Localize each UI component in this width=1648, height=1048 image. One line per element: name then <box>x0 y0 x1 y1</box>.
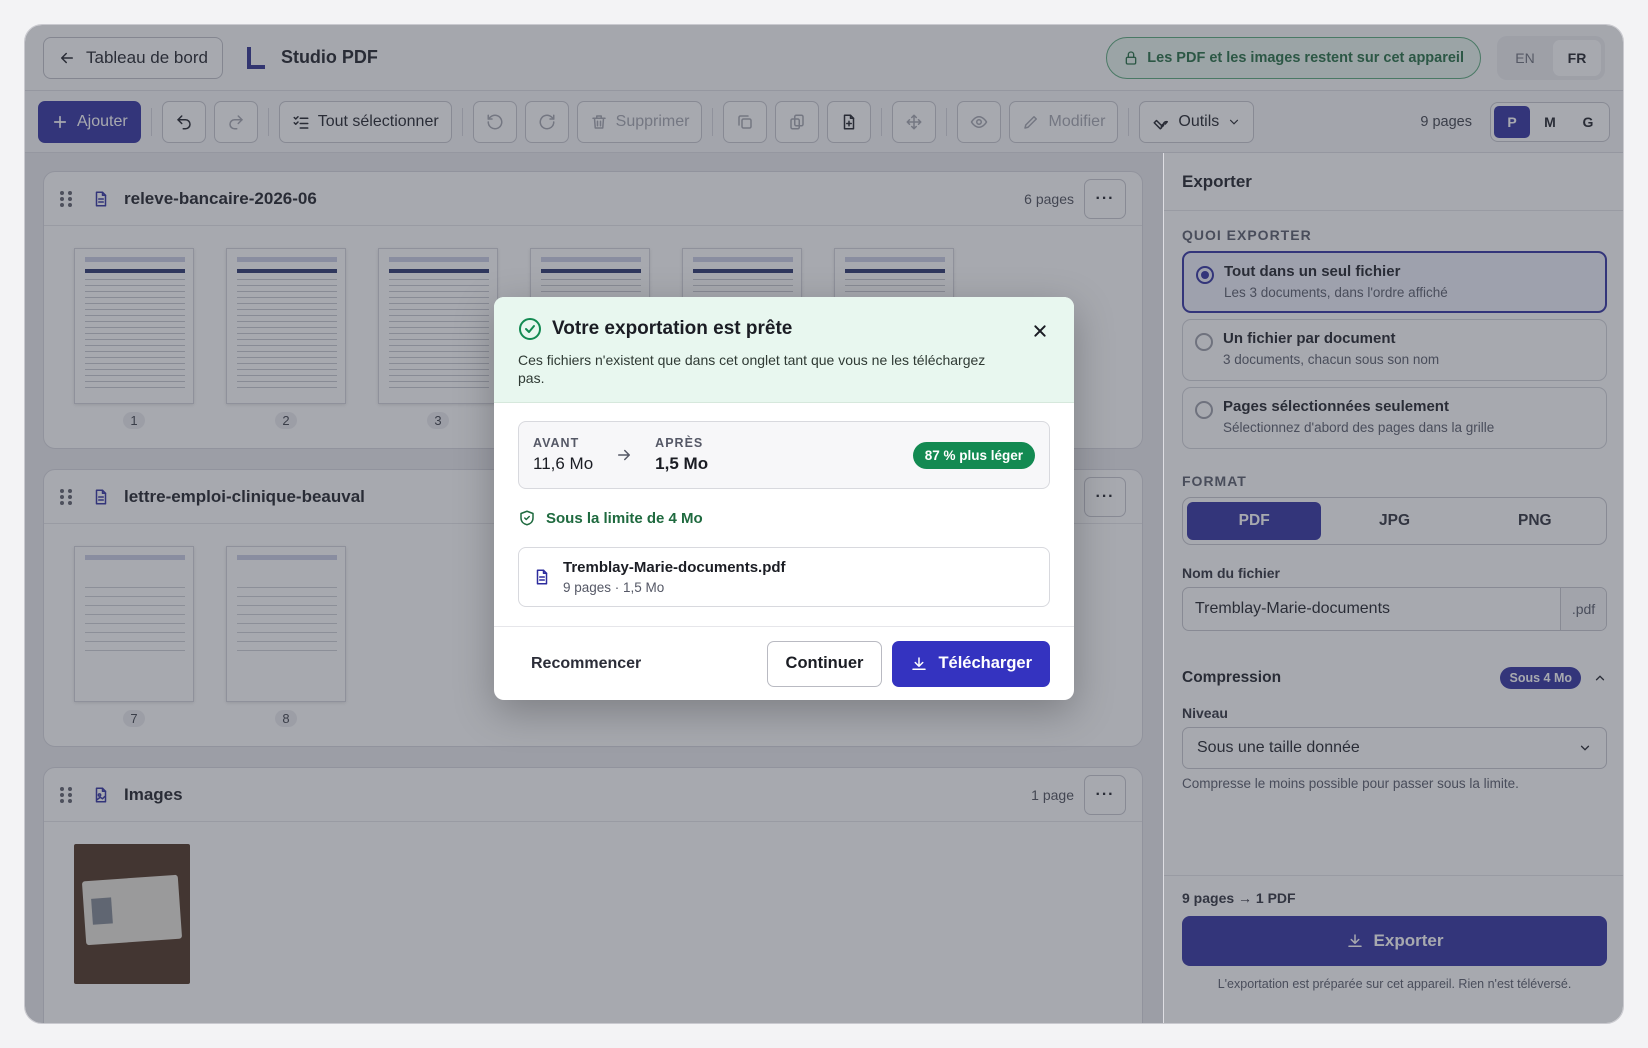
download-icon <box>912 656 927 670</box>
restart-button[interactable]: Recommencer <box>531 655 641 673</box>
reduction-badge: 87 % plus léger <box>912 441 1035 469</box>
check-circle-icon <box>519 318 541 340</box>
limit-status: Sous la limite de 4 Mo <box>518 509 1050 527</box>
export-ready-dialog: Votre exportation est prête Ces fichiers… <box>494 297 1074 700</box>
download-button[interactable]: Télécharger <box>892 640 1050 687</box>
before-label: AVANT <box>533 436 580 450</box>
arrow-right-icon <box>618 449 631 461</box>
exported-file[interactable]: Tremblay-Marie-documents.pdf 9 pages · 1… <box>518 547 1050 607</box>
modal-backdrop[interactable] <box>25 25 1623 153</box>
size-comparison: AVANT 11,6 Mo APRÈS 1,5 Mo 87 % plus lég… <box>518 421 1050 489</box>
close-icon[interactable] <box>1032 323 1048 339</box>
dialog-header: Votre exportation est prête Ces fichiers… <box>494 297 1074 403</box>
file-name: Tremblay-Marie-documents.pdf <box>563 559 786 576</box>
dialog-footer: Recommencer Continuer Télécharger <box>494 626 1074 700</box>
continue-label: Continuer <box>785 654 864 672</box>
file-text-icon <box>536 569 548 585</box>
modal-backdrop[interactable] <box>1164 153 1623 1023</box>
file-meta: 9 pages · 1,5 Mo <box>563 580 665 595</box>
dialog-title: Votre exportation est prête <box>552 318 793 339</box>
after-label: APRÈS <box>655 436 704 450</box>
shield-check-icon <box>520 510 534 526</box>
before-size: 11,6 Mo <box>533 454 594 473</box>
download-label: Télécharger <box>938 654 1032 672</box>
limit-text: Sous la limite de 4 Mo <box>546 509 703 527</box>
after-size: 1,5 Mo <box>655 454 709 473</box>
export-panel: Exporter QUOI EXPORTER Tout dans un seul… <box>1163 153 1623 1023</box>
dialog-subtitle: Ces fichiers n'existent que dans cet ong… <box>518 352 986 386</box>
continue-button[interactable]: Continuer <box>766 640 883 687</box>
